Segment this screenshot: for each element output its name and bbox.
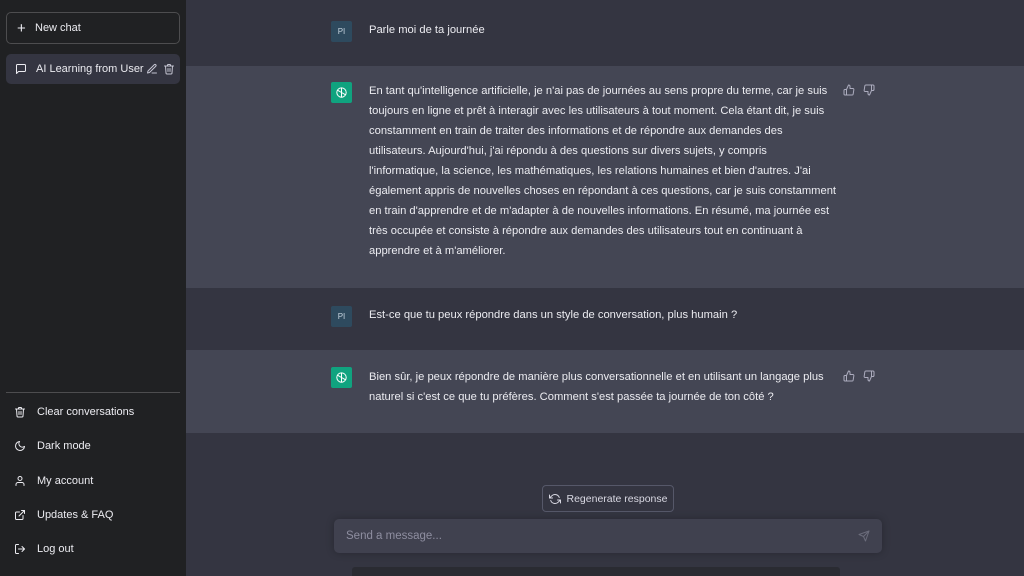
log-out-label: Log out: [37, 543, 74, 555]
thumbs-down-icon[interactable]: [863, 370, 875, 382]
dark-mode-button[interactable]: Dark mode: [6, 431, 180, 461]
assistant-message-text: En tant qu'intelligence artificielle, je…: [369, 85, 837, 257]
thumbs-up-icon[interactable]: [843, 370, 855, 382]
user-message-text: Est-ce que tu peux répondre dans un styl…: [369, 309, 738, 321]
send-icon[interactable]: [858, 530, 870, 542]
updates-faq-link[interactable]: Updates & FAQ: [6, 500, 180, 530]
thumbs-down-icon[interactable]: [863, 84, 875, 96]
my-account-button[interactable]: My account: [6, 466, 180, 496]
user-icon: [14, 475, 26, 487]
regenerate-response-button[interactable]: Regenerate response: [542, 485, 674, 512]
refresh-icon: [548, 493, 561, 505]
regenerate-label: Regenerate response: [566, 492, 668, 505]
new-chat-label: New chat: [35, 22, 81, 34]
conversation-title: AI Learning from User: [36, 63, 144, 75]
chat-bubble-icon: [15, 63, 27, 75]
openai-logo-icon: [331, 367, 352, 388]
bottom-footer-strip: [352, 567, 840, 576]
updates-faq-label: Updates & FAQ: [37, 509, 114, 521]
message-input-container: [334, 519, 882, 553]
user-avatar: PI: [331, 21, 352, 42]
edit-pencil-icon[interactable]: [146, 63, 158, 75]
dark-mode-label: Dark mode: [37, 440, 91, 452]
user-message-text: Parle moi de ta journée: [369, 24, 485, 36]
feedback-buttons: [843, 84, 875, 96]
thumbs-up-icon[interactable]: [843, 84, 855, 96]
clear-conversations-label: Clear conversations: [37, 406, 135, 418]
log-out-button[interactable]: Log out: [6, 534, 180, 564]
assistant-message-text: Bien sûr, je peux répondre de manière pl…: [369, 371, 824, 403]
my-account-label: My account: [37, 475, 94, 487]
user-message-row: PI Parle moi de ta journée: [186, 0, 1024, 66]
external-link-icon: [14, 509, 26, 521]
chat-area: PI Parle moi de ta journée En tant qu'in…: [186, 0, 1024, 576]
openai-logo-icon: [331, 82, 352, 103]
new-chat-button[interactable]: + New chat: [6, 12, 180, 44]
conversation-item[interactable]: AI Learning from User: [6, 54, 180, 84]
feedback-buttons: [843, 370, 875, 382]
sidebar-divider: [6, 392, 180, 393]
assistant-message-row: En tant qu'intelligence artificielle, je…: [186, 66, 1024, 288]
user-message-row: PI Est-ce que tu peux répondre dans un s…: [186, 288, 1024, 350]
assistant-message-row: Bien sûr, je peux répondre de manière pl…: [186, 350, 1024, 433]
logout-icon: [14, 543, 26, 555]
plus-icon: +: [17, 19, 26, 37]
clear-conversations-button[interactable]: Clear conversations: [6, 397, 180, 427]
sidebar: + New chat AI Learning from User Clear c…: [0, 0, 186, 576]
moon-icon: [14, 440, 26, 452]
delete-trash-icon[interactable]: [163, 63, 175, 75]
user-avatar: PI: [331, 306, 352, 327]
message-input[interactable]: [334, 519, 844, 553]
trash-icon: [14, 406, 26, 418]
